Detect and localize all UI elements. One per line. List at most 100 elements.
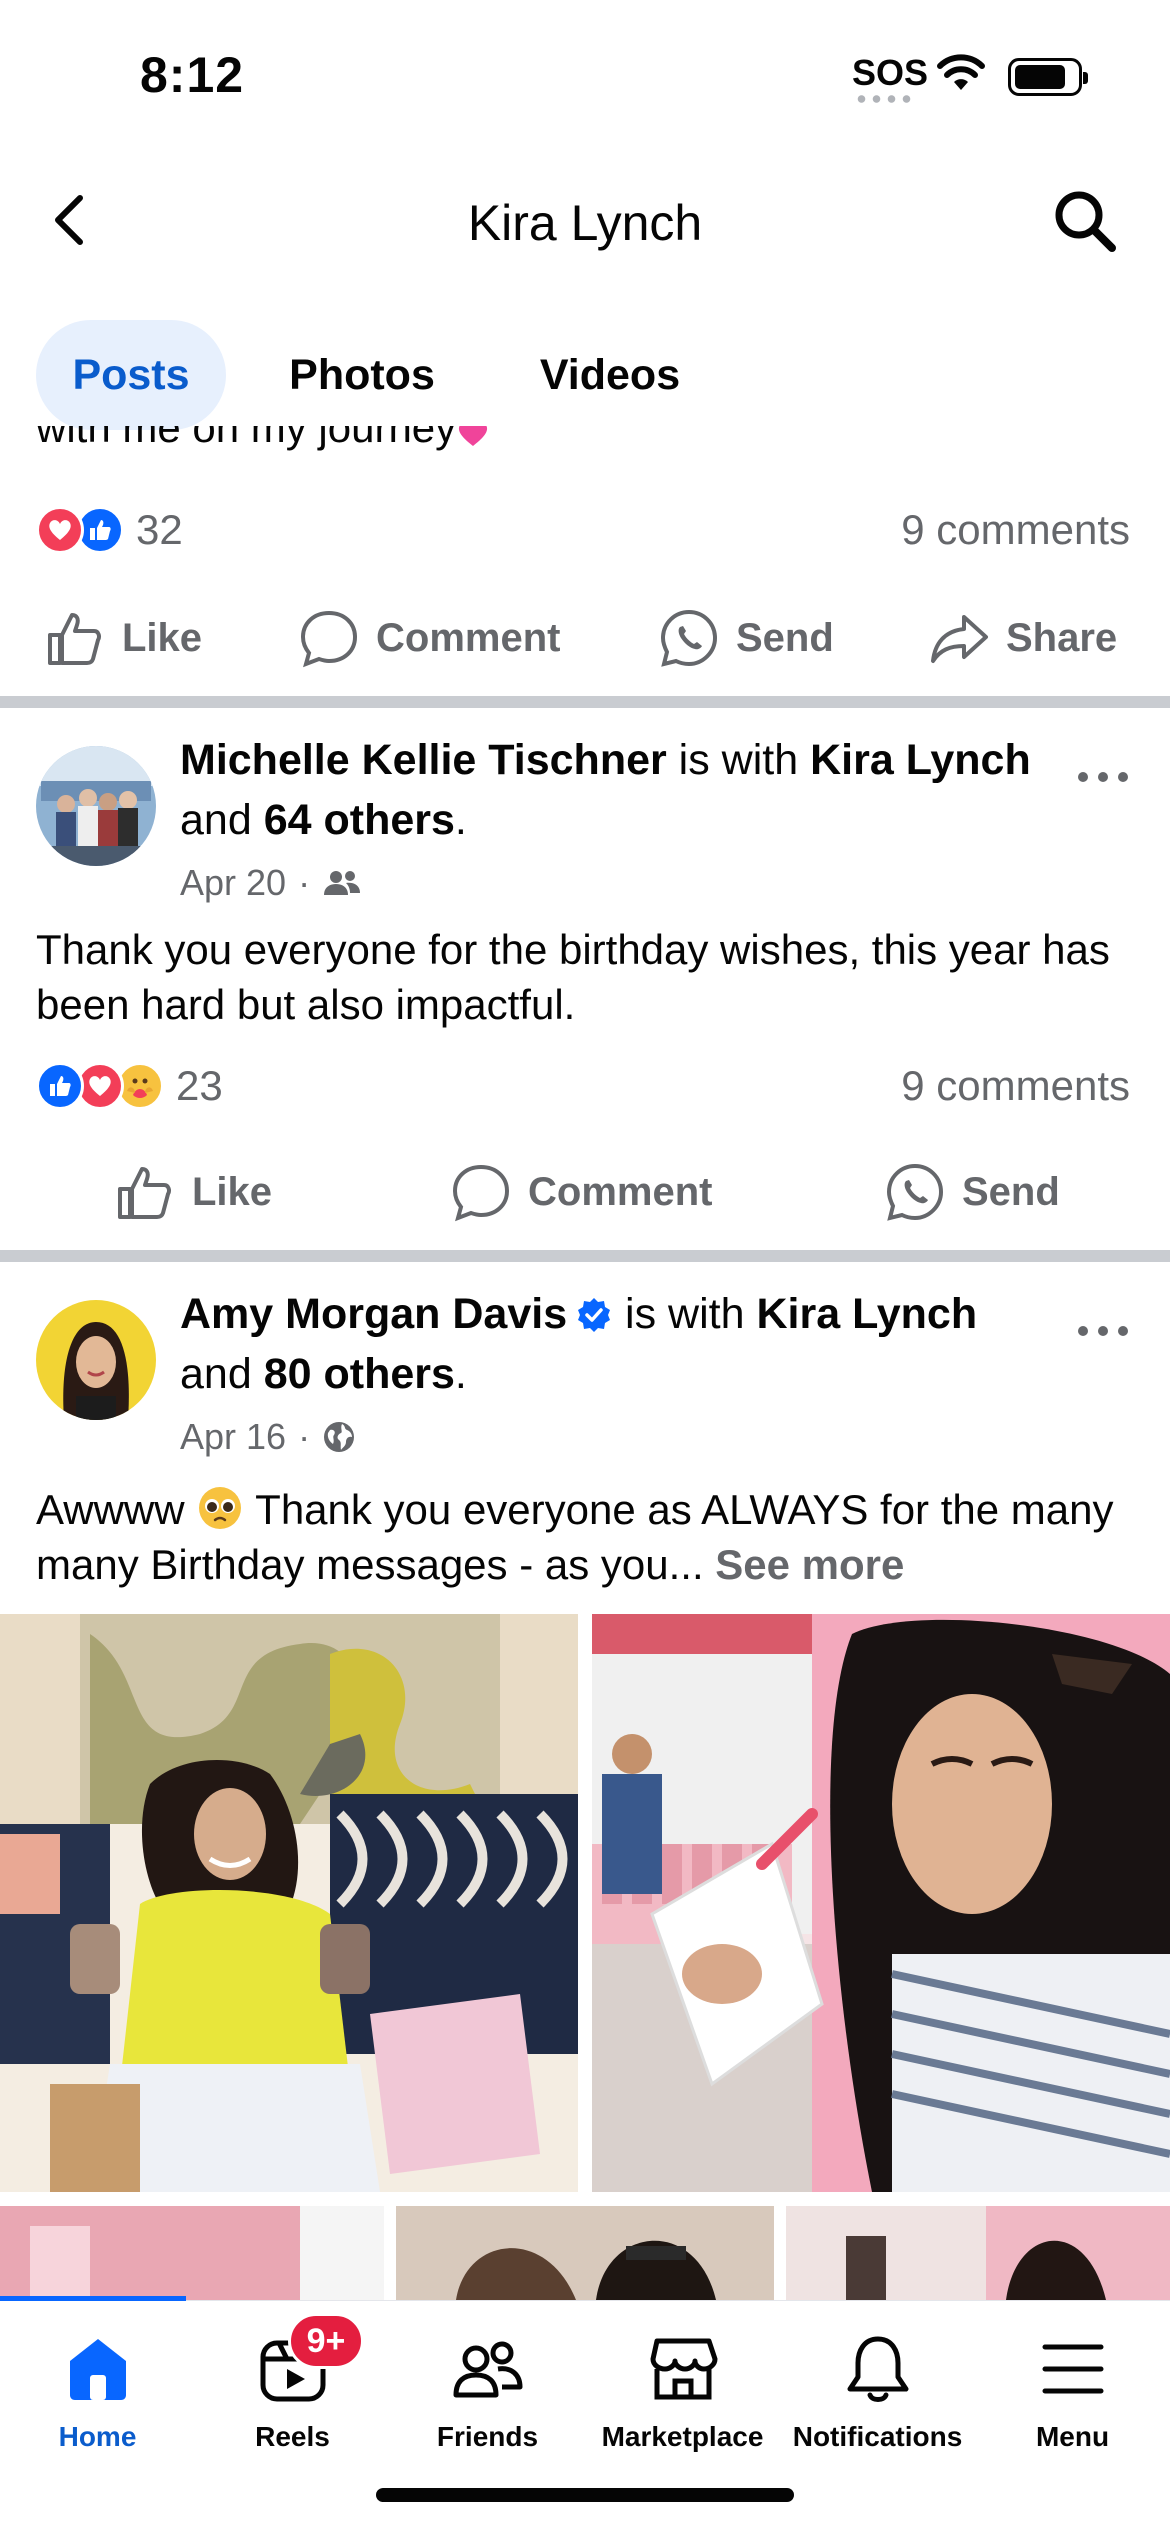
post-meta: Apr 20 · bbox=[180, 862, 362, 904]
nav-notifications-label: Notifications bbox=[792, 2421, 963, 2452]
thumbs-up-icon bbox=[48, 613, 101, 665]
author-name[interactable]: Michelle Kellie Tischner bbox=[180, 736, 667, 784]
comment-bubble-icon bbox=[452, 1164, 510, 1222]
menu-icon bbox=[1042, 2344, 1103, 2394]
comment-label: Comment bbox=[376, 615, 561, 660]
reaction-count: 32 bbox=[136, 506, 183, 553]
comments-count[interactable]: 9 comments bbox=[901, 1062, 1130, 1110]
share-label: Share bbox=[1006, 615, 1118, 660]
nav-friends-label: Friends bbox=[436, 2421, 539, 2452]
nav-marketplace-label: Marketplace bbox=[601, 2421, 764, 2452]
nav-notifications[interactable]: Notifications bbox=[780, 2301, 975, 2461]
more-options-icon[interactable] bbox=[1076, 1316, 1130, 1346]
nav-menu-label: Menu bbox=[1035, 2421, 1110, 2452]
with-text: is with bbox=[613, 1290, 757, 1338]
post-photo[interactable] bbox=[0, 2206, 384, 2300]
nav-friends[interactable]: Friends bbox=[390, 2301, 585, 2461]
nav-reels-label: Reels bbox=[255, 2421, 330, 2452]
nav-home-label: Home bbox=[58, 2421, 137, 2452]
post-header: Amy Morgan Davis is with Kira Lynch and 8… bbox=[180, 1284, 1060, 1404]
and-text: and bbox=[180, 796, 264, 844]
love-reaction-icon bbox=[36, 506, 84, 554]
comment-label: Comment bbox=[528, 1169, 713, 1214]
like-label: Like bbox=[122, 615, 203, 660]
friends-icon bbox=[453, 2341, 522, 2398]
friends-icon bbox=[324, 871, 361, 895]
verified-badge-icon bbox=[578, 1298, 611, 1332]
see-more-link[interactable]: See more bbox=[715, 1541, 904, 1588]
post-text-part: Awwww bbox=[36, 1486, 197, 1533]
post-text: Thank you everyone for the birthday wish… bbox=[36, 926, 1110, 1028]
post-text-cutoff: with me on my journey bbox=[36, 426, 490, 470]
profile-tabs: Posts Photos Videos bbox=[0, 320, 1170, 430]
whatsapp-icon bbox=[660, 609, 718, 667]
avatar[interactable] bbox=[36, 1300, 156, 1420]
tab-posts[interactable]: Posts bbox=[36, 320, 226, 430]
with-text: is with bbox=[666, 736, 811, 784]
home-icon bbox=[69, 2339, 126, 2400]
reels-notification-badge: 9+ bbox=[288, 2313, 364, 2369]
comment-button[interactable]: Comment bbox=[450, 1142, 712, 1242]
comment-button[interactable]: Comment bbox=[298, 588, 560, 688]
battery-icon bbox=[1008, 58, 1088, 96]
post-photo[interactable] bbox=[592, 1614, 1170, 2192]
reaction-summary[interactable]: 32 bbox=[36, 500, 183, 560]
post-actions: Like Comment Send Share bbox=[0, 588, 1170, 688]
others-link[interactable]: 64 others bbox=[264, 796, 455, 844]
post-photo[interactable] bbox=[396, 2206, 774, 2300]
pleading-face-emoji-icon bbox=[199, 1487, 242, 1529]
home-indicator[interactable] bbox=[376, 2488, 794, 2502]
sos-indicator: SOS bbox=[852, 52, 929, 93]
post-meta: Apr 16 · bbox=[180, 1416, 356, 1458]
wifi-icon bbox=[937, 54, 985, 90]
page-header: Kira Lynch bbox=[0, 150, 1170, 290]
pink-heart-emoji-icon bbox=[459, 426, 488, 446]
tab-photos[interactable]: Photos bbox=[262, 320, 462, 430]
post-text: with me on my journey bbox=[36, 426, 457, 451]
status-time: 8:12 bbox=[140, 47, 245, 103]
post-divider bbox=[0, 1250, 1170, 1262]
send-label: Send bbox=[962, 1169, 1060, 1214]
whatsapp-icon bbox=[886, 1163, 944, 1221]
author-name[interactable]: Amy Morgan Davis bbox=[180, 1290, 567, 1338]
post-photo[interactable] bbox=[0, 1614, 578, 2192]
post-header: Michelle Kellie Tischner is with Kira Ly… bbox=[180, 730, 1060, 850]
search-icon[interactable] bbox=[1050, 186, 1120, 256]
and-text: and bbox=[180, 1350, 264, 1398]
like-button[interactable]: Like bbox=[114, 1142, 272, 1242]
avatar[interactable] bbox=[36, 746, 156, 866]
marketplace-icon bbox=[650, 2338, 717, 2400]
tagged-name[interactable]: Kira Lynch bbox=[810, 736, 1031, 784]
signal-dots-icon bbox=[854, 95, 914, 103]
post-actions: Like Comment Send bbox=[0, 1142, 1170, 1242]
status-bar: 8:12 SOS bbox=[0, 0, 1170, 150]
tagged-name[interactable]: Kira Lynch bbox=[756, 1290, 977, 1338]
globe-icon bbox=[324, 1422, 355, 1452]
post-text: Awwww Thank you everyone as ALWAYS for t… bbox=[36, 1476, 1136, 1592]
reaction-count: 23 bbox=[176, 1062, 223, 1109]
reaction-summary[interactable]: 23 bbox=[36, 1056, 223, 1116]
comments-count[interactable]: 9 comments bbox=[901, 506, 1130, 554]
post-photo[interactable] bbox=[786, 2206, 1170, 2300]
comment-bubble-icon bbox=[300, 610, 358, 668]
others-link[interactable]: 80 others bbox=[264, 1350, 455, 1398]
post-divider bbox=[0, 696, 1170, 708]
more-options-icon[interactable] bbox=[1076, 762, 1130, 792]
like-button[interactable]: Like bbox=[44, 588, 202, 688]
send-button[interactable]: Send bbox=[884, 1142, 1060, 1242]
post-date[interactable]: Apr 20 bbox=[180, 862, 286, 904]
share-arrow-icon bbox=[931, 615, 988, 663]
send-label: Send bbox=[736, 615, 834, 660]
share-button[interactable]: Share bbox=[928, 588, 1117, 688]
page-title: Kira Lynch bbox=[467, 195, 703, 251]
period: . bbox=[454, 1350, 467, 1398]
like-reaction-icon bbox=[36, 1062, 84, 1110]
like-label: Like bbox=[192, 1169, 273, 1214]
post-date[interactable]: Apr 16 bbox=[180, 1416, 286, 1458]
thumbs-up-icon bbox=[118, 1167, 171, 1219]
nav-marketplace[interactable]: Marketplace bbox=[585, 2301, 780, 2461]
nav-home[interactable]: Home bbox=[0, 2301, 195, 2461]
tab-videos[interactable]: Videos bbox=[510, 320, 710, 430]
nav-menu[interactable]: Menu bbox=[975, 2301, 1170, 2461]
send-button[interactable]: Send bbox=[658, 588, 834, 688]
